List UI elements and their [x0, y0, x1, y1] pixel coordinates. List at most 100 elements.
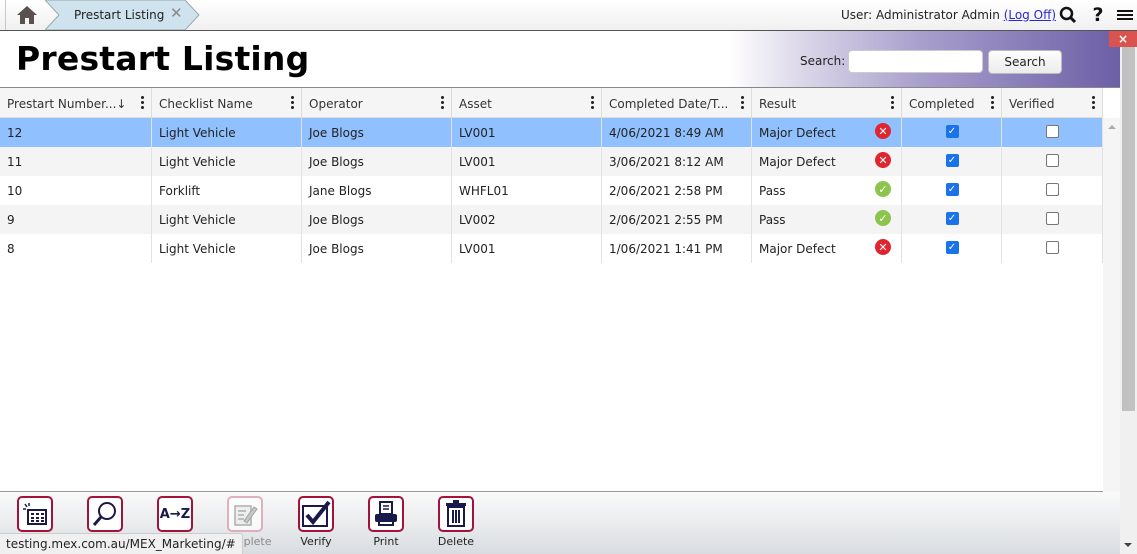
cell-text: 9 [7, 213, 15, 227]
column-menu-icon[interactable] [889, 95, 895, 111]
column-header-label: Prestart Number...↓ [7, 97, 127, 111]
search-icon[interactable] [1058, 5, 1078, 25]
cell-result: Major Defect ✕ [752, 147, 902, 176]
scroll-down-arrow-icon[interactable] [1124, 543, 1132, 547]
column-menu-icon[interactable] [1090, 95, 1096, 111]
column-menu-icon[interactable] [989, 95, 995, 111]
top-bar: Prestart Listing ✕ User: Administrator A… [0, 0, 1137, 31]
cell-completed-date: 1/06/2021 1:41 PM [602, 234, 752, 263]
cell-text: 4/06/2021 8:49 AM [609, 126, 724, 140]
cell-text: 3/06/2021 8:12 AM [609, 155, 724, 169]
fail-x-icon: ✕ [875, 239, 891, 255]
cell-prestart-number: 12 [0, 118, 152, 147]
search-button[interactable]: Search [988, 50, 1062, 74]
tab-label: Prestart Listing [74, 8, 165, 22]
close-panel-button[interactable]: × [1109, 31, 1137, 47]
home-button[interactable] [5, 0, 47, 30]
grid-scrollbar[interactable] [1103, 118, 1120, 492]
column-header-completed-date[interactable]: Completed Date/T... [602, 88, 752, 118]
cell-asset: LV001 [452, 234, 602, 263]
prestart-grid: Prestart Number...↓ Checklist Name Operato… [0, 88, 1120, 492]
tool-label: Delete [437, 535, 475, 548]
print-button[interactable]: Print [356, 496, 416, 552]
cell-text: Joe Blogs [309, 126, 364, 140]
column-header-label: Result [759, 97, 797, 111]
column-header-asset[interactable]: Asset [452, 88, 602, 118]
pass-check-icon: ✓ [875, 210, 891, 226]
verified-checkbox[interactable] [1046, 183, 1059, 196]
table-row[interactable]: 12 Light Vehicle Joe Blogs LV001 4/06/2021 8… [0, 118, 1103, 147]
cell-text: Joe Blogs [309, 213, 364, 227]
verify-button[interactable]: Verify [286, 496, 346, 552]
tab-close-icon[interactable]: ✕ [170, 6, 183, 21]
page-scrollbar-thumb[interactable] [1122, 47, 1135, 411]
cell-text: Pass [759, 184, 786, 198]
completed-checkbox[interactable]: ✓ [945, 125, 959, 138]
verified-checkbox[interactable] [1046, 154, 1059, 167]
cell-operator: Joe Blogs [302, 118, 452, 147]
search-input[interactable] [848, 50, 983, 73]
column-header-checklist-name[interactable]: Checklist Name [152, 88, 302, 118]
menu-icon[interactable] [1115, 5, 1135, 25]
verified-checkbox[interactable] [1046, 125, 1059, 138]
column-header-prestart-number[interactable]: Prestart Number...↓ [0, 88, 152, 118]
table-row[interactable]: 11 Light Vehicle Joe Blogs LV001 3/06/2021 8… [0, 147, 1103, 176]
cell-result: Major Defect ✕ [752, 118, 902, 147]
column-menu-icon[interactable] [139, 95, 145, 111]
pass-check-icon: ✓ [875, 181, 891, 197]
cell-operator: Joe Blogs [302, 234, 452, 263]
cell-completed-date: 2/06/2021 2:55 PM [602, 205, 752, 234]
completed-checkbox[interactable]: ✓ [945, 154, 959, 167]
cell-completed: ✓ [902, 147, 1002, 176]
column-header-operator[interactable]: Operator [302, 88, 452, 118]
tab-prestart-listing[interactable]: Prestart Listing ✕ [45, 0, 200, 30]
verified-checkbox[interactable] [1046, 241, 1059, 254]
status-bar-url: testing.mex.com.au/MEX_Marketing/# [0, 533, 243, 554]
cell-completed: ✓ [902, 205, 1002, 234]
help-icon[interactable]: ? [1088, 4, 1108, 26]
cell-text: LV002 [459, 213, 496, 227]
cell-text: Light Vehicle [159, 155, 236, 169]
column-menu-icon[interactable] [439, 95, 445, 111]
search-label: Search: [800, 54, 846, 68]
cell-completed: ✓ [902, 118, 1002, 147]
column-menu-icon[interactable] [289, 95, 295, 111]
completed-checkbox[interactable]: ✓ [945, 241, 959, 254]
column-header-completed[interactable]: Completed [902, 88, 1002, 118]
cell-text: Major Defect [759, 126, 836, 140]
logoff-link[interactable]: (Log Off) [1004, 8, 1056, 22]
column-menu-icon[interactable] [589, 95, 595, 111]
scroll-up-arrow-icon[interactable] [1108, 125, 1116, 129]
cell-completed: ✓ [902, 176, 1002, 205]
cell-text: Light Vehicle [159, 242, 236, 256]
column-header-verified[interactable]: Verified [1002, 88, 1103, 118]
completed-checkbox[interactable]: ✓ [945, 212, 959, 225]
cell-text: 2/06/2021 2:55 PM [609, 213, 723, 227]
cell-verified [1002, 176, 1103, 205]
verified-checkbox[interactable] [1046, 212, 1059, 225]
table-row[interactable]: 10 Forklift Jane Blogs WHFL01 2/06/2021 2:58… [0, 176, 1103, 205]
cell-checklist-name: Forklift [152, 176, 302, 205]
cell-result: Major Defect ✕ [752, 234, 902, 263]
cell-text: 12 [7, 126, 23, 140]
cell-checklist-name: Light Vehicle [152, 234, 302, 263]
cell-asset: LV002 [452, 205, 602, 234]
cell-prestart-number: 10 [0, 176, 152, 205]
cell-verified [1002, 118, 1103, 147]
fail-x-icon: ✕ [875, 123, 891, 139]
column-header-result[interactable]: Result [752, 88, 902, 118]
delete-button[interactable]: Delete [426, 496, 486, 552]
cell-operator: Joe Blogs [302, 205, 452, 234]
cell-completed-date: 2/06/2021 2:58 PM [602, 176, 752, 205]
cell-completed-date: 4/06/2021 8:49 AM [602, 118, 752, 147]
cell-checklist-name: Light Vehicle [152, 118, 302, 147]
column-menu-icon[interactable] [739, 95, 745, 111]
cell-prestart-number: 9 [0, 205, 152, 234]
completed-checkbox[interactable]: ✓ [945, 183, 959, 196]
table-row[interactable]: 9 Light Vehicle Joe Blogs LV002 2/06/2021 2:… [0, 205, 1103, 234]
page-scrollbar[interactable] [1120, 47, 1137, 554]
cell-text: 10 [7, 184, 23, 198]
table-row[interactable]: 8 Light Vehicle Joe Blogs LV001 1/06/2021 1:… [0, 234, 1103, 263]
cell-text: LV001 [459, 155, 496, 169]
cell-text: Jane Blogs [309, 184, 372, 198]
